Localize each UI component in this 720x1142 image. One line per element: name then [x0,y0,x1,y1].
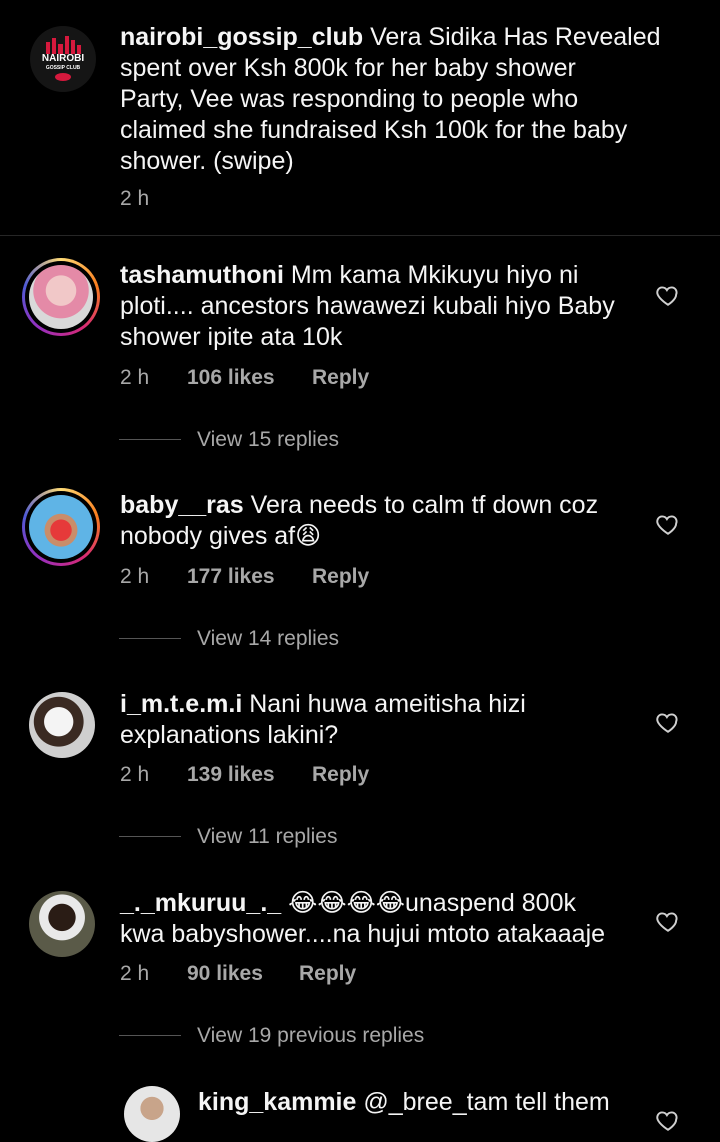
reply-button[interactable]: Reply [299,962,356,986]
comment-likes[interactable]: 90 likes [187,962,263,986]
comment-username[interactable]: baby__ras [120,491,244,519]
caption-line: shower. (swipe) [120,147,294,175]
view-replies-line [119,836,181,837]
heart-icon[interactable] [655,511,681,537]
likes-count: 177 likes [187,565,275,588]
reply-label: Reply [312,763,370,786]
logo-subtext: GOSSIP CLUB [45,65,81,71]
reply-button[interactable]: Reply [312,366,369,390]
avatar[interactable] [29,495,93,559]
divider [0,235,720,236]
comment-text: nobody gives af😩 [120,522,322,550]
comment-username[interactable]: tashamuthoni [120,261,284,289]
comment-time: 2 h [120,962,150,985]
view-replies-button[interactable]: View 14 replies [197,627,339,651]
comment-text: kwa babyshower....na hujui mtoto atakaaa… [120,920,606,948]
comment-time: 2 h [120,763,150,786]
caption-line: claimed she fundraised Ksh 100k for the … [120,116,628,144]
comment-likes[interactable]: 139 likes [187,763,275,787]
view-replies-line [119,638,181,639]
heart-icon[interactable] [655,282,681,308]
view-replies-button[interactable]: View 11 replies [197,825,337,849]
comment-text: Vera needs to calm tf down coz [250,491,599,519]
caption-line: spent over Ksh 800k for her baby shower [120,54,576,82]
likes-count: 90 likes [187,962,263,985]
view-replies-line [119,1035,181,1036]
avatar[interactable] [124,1086,180,1142]
comment-likes[interactable]: 106 likes [187,366,275,390]
comment-text: shower ipite ata 10k [120,323,343,351]
comment-time: 2 h [120,366,150,389]
likes-count: 106 likes [187,366,275,389]
post-time: 2 h [120,187,150,210]
view-replies-button[interactable]: View 19 previous replies [197,1024,424,1048]
comment-time: 2 h [120,565,150,588]
heart-icon[interactable] [655,908,681,934]
view-replies-line [119,439,181,440]
reply-label: Reply [299,962,357,985]
reply-label: Reply [312,366,370,389]
avatar[interactable] [29,692,95,758]
comment-username[interactable]: _._mkuruu_._ [120,889,281,917]
reply-text: @_bree_tam tell them [363,1088,610,1116]
reply-button[interactable]: Reply [312,565,369,589]
post-caption-text: nairobi_gossip_club Vera Sidika Has Reve… [120,22,700,177]
heart-icon[interactable] [655,709,681,735]
reply-button[interactable]: Reply [312,763,369,787]
heart-icon[interactable] [655,1107,681,1133]
view-replies-button[interactable]: View 15 replies [197,428,339,452]
caption-line: Vera Sidika Has Revealed [370,23,661,51]
post-username[interactable]: nairobi_gossip_club [120,23,363,51]
reply-username[interactable]: king_kammie [198,1088,356,1116]
likes-count: 139 likes [187,763,275,786]
comment-text: ploti.... ancestors hawawezi kubali hiyo… [120,292,615,320]
logo-text: NAIROBI [41,53,85,64]
comment-likes[interactable]: 177 likes [187,565,275,589]
comment-text: Nani huwa ameitisha hizi [249,690,526,718]
comment-text: explanations lakini? [120,721,339,749]
avatar[interactable] [29,265,93,329]
avatar[interactable] [29,891,95,957]
caption-line: Party, Vee was responding to people who [120,85,579,113]
reply-label: Reply [312,565,370,588]
post-avatar[interactable]: NAIROBI GOSSIP CLUB [30,26,96,92]
comment-text: 😂😂😂😂unaspend 800k [288,889,576,917]
comment-text: Mm kama Mkikuyu hiyo ni [290,261,579,289]
comment-username[interactable]: i_m.t.e.m.i [120,690,242,718]
